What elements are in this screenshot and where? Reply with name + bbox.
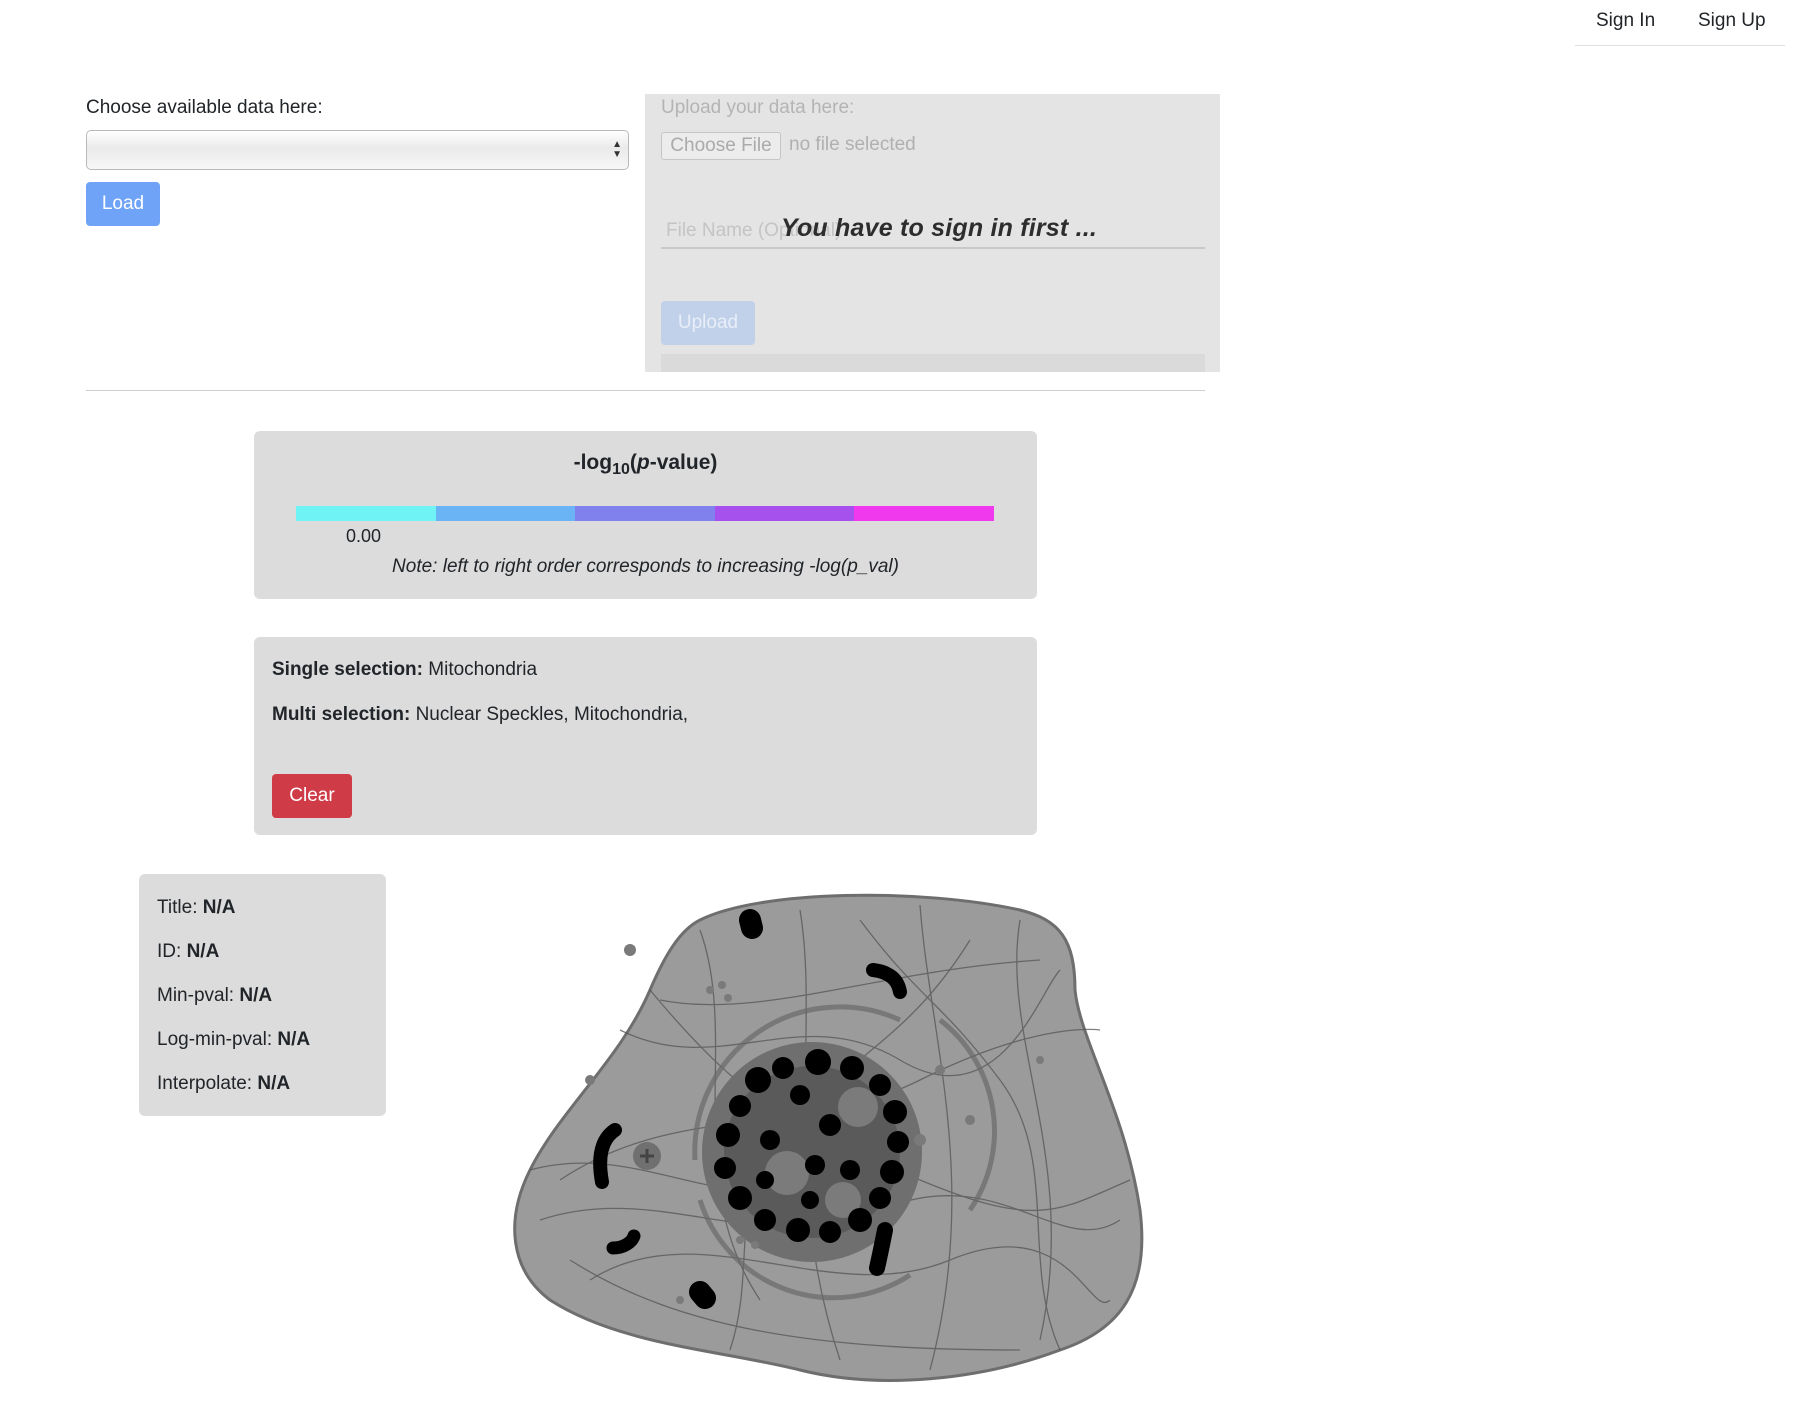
legend-title-sub: 10 [612,461,630,478]
info-title-value: N/A [202,897,236,918]
centrosome [633,1142,661,1170]
info-panel: Title: N/A ID: N/A Min-pval: N/A Log-min… [139,874,386,1116]
legend-title-p: p [636,451,650,474]
info-log-min-pval-value: N/A [277,1029,311,1050]
info-title: Title: N/A [157,897,235,919]
legend-title-suffix: -value) [649,451,718,474]
color-step [575,506,715,521]
sign-up-link[interactable]: Sign Up [1698,10,1766,32]
info-id-label: ID: [157,941,182,962]
color-step [435,506,576,521]
upload-progress-bar [661,354,1205,372]
info-min-pval: Min-pval: N/A [157,985,272,1007]
upload-panel: Upload your data here: Choose File no fi… [645,94,1220,372]
legend-title: -log10(p-value) [573,451,718,478]
info-min-pval-value: N/A [239,985,273,1006]
clear-button[interactable]: Clear [272,774,352,818]
color-step [714,506,855,521]
single-selection: Single selection: Mitochondria [272,659,537,681]
cell-diagram[interactable] [500,880,1180,1400]
sign-in-link[interactable]: Sign In [1596,10,1655,32]
load-button[interactable]: Load [86,182,160,226]
choose-file-button[interactable]: Choose File [661,132,781,160]
legend-panel: -log10(p-value) 0.00 Note: left to right… [254,431,1037,599]
info-interpolate: Interpolate: N/A [157,1073,290,1095]
info-log-min-pval: Log-min-pval: N/A [157,1029,310,1051]
info-interpolate-value: N/A [257,1073,291,1094]
upload-label: Upload your data here: [661,97,855,118]
info-interpolate-label: Interpolate: [157,1073,253,1094]
file-name-input[interactable]: File Name (Optional) You have to sign in… [661,214,1205,249]
info-id-value: N/A [186,941,220,962]
cell-svg[interactable] [500,880,1180,1400]
selection-panel: Single selection: Mitochondria Multi sel… [254,637,1037,835]
multi-selection-value: Nuclear Speckles, Mitochondria, [415,704,689,725]
info-min-pval-label: Min-pval: [157,985,235,1006]
color-scale-bar [296,506,994,521]
color-step [854,506,994,521]
legend-note: Note: left to right order corresponds to… [392,556,899,577]
single-selection-label: Single selection: [272,659,423,680]
divider [86,390,1205,391]
no-file-text: no file selected [789,134,916,155]
choose-data-label: Choose available data here: [86,97,323,118]
single-selection-value: Mitochondria [428,659,538,680]
info-id: ID: N/A [157,941,219,963]
scale-tick-label: 0.00 [346,526,382,546]
multi-selection-label: Multi selection: [272,704,411,725]
select-arrows-icon: ▲ ▼ [612,139,622,160]
upload-button[interactable]: Upload [661,301,755,345]
top-nav: Sign In Sign Up [1575,0,1785,46]
info-log-min-pval-label: Log-min-pval: [157,1029,273,1050]
signin-required-message: You have to sign in first ... [781,214,1098,242]
multi-selection: Multi selection: Nuclear Speckles, Mitoc… [272,704,688,726]
data-select[interactable]: ▲ ▼ [86,130,629,170]
color-step [296,506,436,521]
legend-title-prefix: -log [573,451,613,474]
info-title-label: Title: [157,897,198,918]
